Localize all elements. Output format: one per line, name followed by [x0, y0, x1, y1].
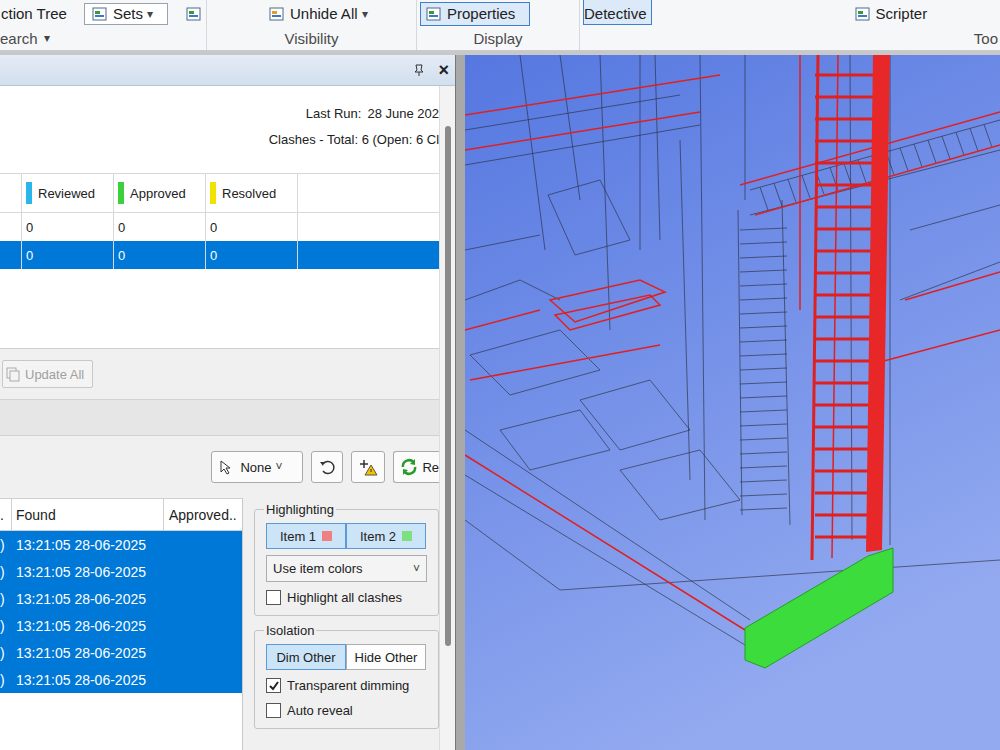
add-warning-icon — [358, 458, 378, 476]
table-cell: 0 — [206, 213, 298, 241]
highlighting-group: HighlightingItem 1Item 2Use item colors˅… — [254, 509, 439, 616]
table-row[interactable]: 000 — [0, 241, 439, 269]
ribbon-group: ction Tree Sets▾earch▾ — [0, 0, 207, 50]
ribbon-tools: Unhide All▾ — [207, 0, 416, 27]
table-row[interactable]: )13:21:05 28-06-2025 — [0, 666, 242, 693]
ribbon-tools: Properties — [417, 0, 579, 27]
tool-icon — [425, 5, 443, 23]
table-cell: 13:21:05 28-06-2025 — [12, 531, 164, 558]
table-row[interactable]: )13:21:05 28-06-2025 — [0, 612, 242, 639]
tool-icon — [185, 5, 203, 23]
tool-icon — [268, 5, 286, 23]
select-dropdown[interactable]: None˅ — [211, 451, 303, 483]
table-cell: 0 — [114, 241, 206, 269]
ribbon: ction TreeSets▾earch▾Unhide All▾Visibili… — [0, 0, 1000, 51]
table-cell: 13:21:05 28-06-2025 — [12, 585, 164, 612]
table-row[interactable]: )13:21:05 28-06-2025 — [0, 639, 242, 666]
pin-icon[interactable] — [412, 63, 426, 77]
close-button[interactable]: × — [438, 61, 449, 79]
undo-button[interactable] — [311, 451, 343, 483]
table-cell: ) — [0, 666, 12, 693]
table-cell: 0 — [206, 241, 298, 269]
column-header[interactable]: Approved — [114, 174, 206, 212]
table-cell: 0 — [22, 213, 114, 241]
ribbon-button[interactable]: Sets▾ — [84, 3, 168, 25]
column-header[interactable]: Reviewed — [22, 174, 114, 212]
ribbon-button[interactable]: Scripter — [849, 2, 933, 26]
ribbon-button[interactable]: Properties — [420, 2, 530, 26]
table-header: ReviewedApprovedResolved — [0, 173, 439, 213]
navisworks-window: ction TreeSets▾earch▾Unhide All▾Visibili… — [0, 0, 1000, 750]
panel-header: × — [0, 55, 455, 86]
refresh-button[interactable]: Re — [393, 451, 439, 483]
test-summary: Last Run:28 June 202Clashes - Total: 6 (… — [0, 86, 439, 173]
ribbon-group: Unhide All▾Visibility — [207, 0, 417, 50]
model-viewport[interactable] — [465, 55, 1000, 750]
ribbon-button[interactable] — [180, 2, 207, 26]
toggle-button[interactable]: Dim Other — [266, 644, 346, 670]
table-cell: ) — [0, 612, 12, 639]
table-cell: ) — [0, 639, 12, 666]
ribbon-button[interactable]: Detective — [583, 0, 652, 25]
table-cell: 13:21:05 28-06-2025 — [12, 639, 164, 666]
toggle-button[interactable]: Hide Other — [346, 644, 426, 670]
update-all-button[interactable]: Update All — [2, 360, 93, 388]
undo-icon — [318, 458, 336, 476]
table-cell: 13:21:05 28-06-2025 — [12, 612, 164, 639]
checkbox[interactable]: Highlight all clashes — [266, 588, 438, 607]
table-cell: 13:21:05 28-06-2025 — [12, 558, 164, 585]
isolation-group: IsolationDim OtherHide OtherTransparent … — [254, 630, 439, 729]
cursor-icon — [218, 459, 236, 475]
tool-icon — [91, 5, 109, 23]
column-header[interactable]: . — [0, 499, 12, 530]
add-warning-button[interactable] — [351, 451, 385, 483]
results-toolbar: None˅ Re — [0, 436, 439, 484]
check-icon — [268, 680, 280, 692]
toggle-button[interactable]: Item 2 — [346, 523, 426, 549]
ribbon-tools: ction Tree Sets▾ — [0, 0, 206, 27]
results-table: .FoundApproved..)13:21:05 28-06-2025)13:… — [0, 498, 243, 750]
ribbon-group-label: earch▾ — [0, 27, 206, 49]
ribbon-group: PropertiesDisplay — [417, 0, 580, 50]
ribbon-tools: Detective Scripter — [580, 0, 1000, 27]
table-cell: 13:21:05 28-06-2025 — [12, 666, 164, 693]
ribbon-button[interactable]: ction Tree — [0, 2, 72, 25]
update-icon — [5, 366, 21, 382]
checkbox[interactable]: Auto reveal — [266, 701, 438, 720]
ribbon-group-label: Visibility — [207, 27, 416, 49]
column-header[interactable]: Resolved — [206, 174, 298, 212]
ribbon-button[interactable]: Unhide All▾ — [263, 2, 373, 26]
table-cell: ) — [0, 558, 12, 585]
highlight-mode-dropdown[interactable]: Use item colors˅ — [266, 555, 427, 582]
table-cell: ) — [0, 531, 12, 558]
table-row[interactable]: )13:21:05 28-06-2025 — [0, 585, 242, 612]
table-header: .FoundApproved.. — [0, 498, 242, 531]
tests-table: ReviewedApprovedResolved000000 — [0, 173, 439, 269]
ribbon-group: Detective ScripterToo — [580, 0, 1000, 50]
column-header[interactable]: Approved.. — [164, 499, 242, 530]
table-cell: ) — [0, 585, 12, 612]
checkbox[interactable]: Transparent dimming — [266, 676, 438, 695]
table-cell: 0 — [114, 213, 206, 241]
tool-icon — [854, 5, 872, 23]
table-row[interactable]: )13:21:05 28-06-2025 — [0, 531, 242, 558]
scrollbar[interactable] — [439, 86, 455, 750]
table-cell: 0 — [22, 241, 114, 269]
refresh-icon — [400, 458, 418, 476]
splitter[interactable] — [455, 55, 465, 750]
ribbon-group-label: Display — [417, 27, 579, 49]
table-row[interactable]: )13:21:05 28-06-2025 — [0, 558, 242, 585]
toggle-button[interactable]: Item 1 — [266, 523, 346, 549]
table-row[interactable]: 000 — [0, 213, 439, 241]
column-header[interactable]: Found — [12, 499, 164, 530]
ribbon-group-label: Too — [580, 27, 1000, 49]
clash-detective-panel: × Last Run:28 June 202Clashes - Total: 6 … — [0, 55, 455, 750]
